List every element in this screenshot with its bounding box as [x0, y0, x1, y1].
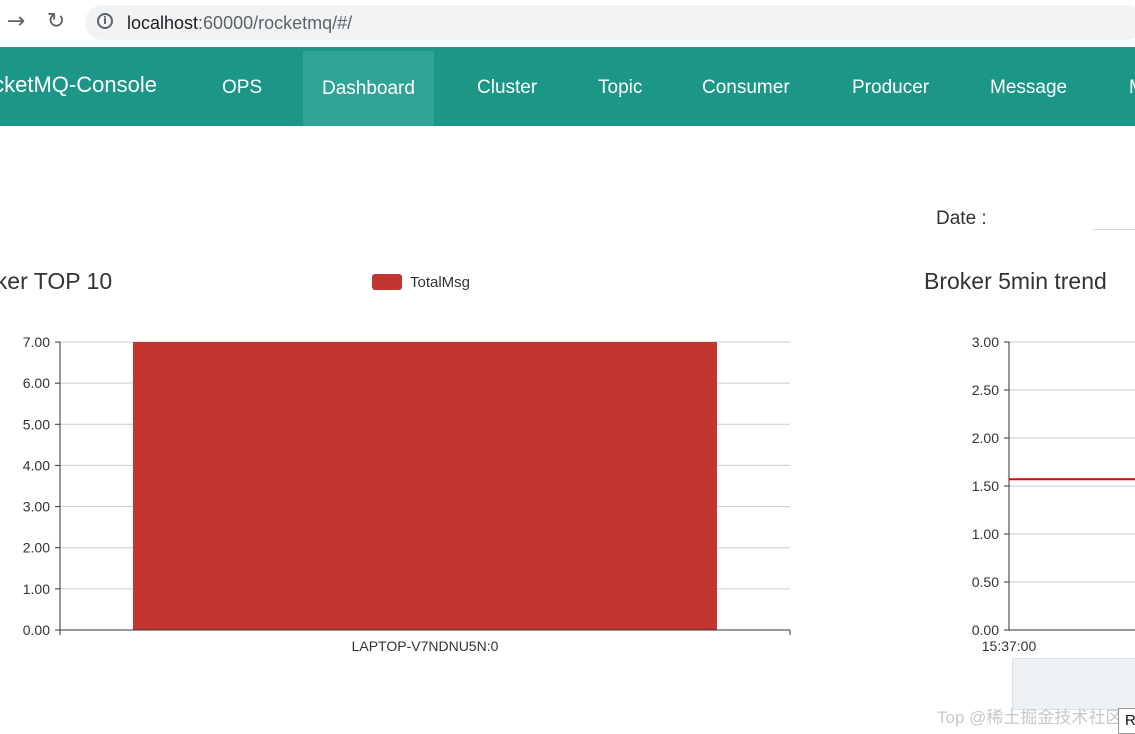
y-tick-label: 3.00 — [972, 334, 999, 350]
nav-ops[interactable]: OPS — [222, 47, 262, 126]
forward-icon[interactable]: → — [4, 10, 28, 34]
y-tick-label: 3.00 — [23, 499, 50, 515]
date-label: Date : — [936, 208, 987, 229]
address-bar[interactable]: i localhost:60000/rocketmq/#/ — [85, 5, 1135, 40]
y-tick-label: 7.00 — [23, 334, 50, 350]
browser-toolbar: → ↻ i localhost:60000/rocketmq/#/ — [0, 0, 1135, 45]
y-tick-label: 1.00 — [23, 581, 50, 597]
broker-trend-title: Broker 5min trend — [924, 268, 1107, 294]
y-tick-label: 0.50 — [972, 574, 999, 590]
y-tick-label: 6.00 — [23, 375, 50, 391]
nav-consumer[interactable]: Consumer — [702, 47, 790, 126]
y-tick-label: 4.00 — [23, 457, 50, 473]
y-tick-label: 5.00 — [23, 416, 50, 432]
y-tick-label: 0.00 — [972, 622, 999, 638]
bar — [133, 342, 717, 630]
x-tick-label: 15:37:00 — [982, 638, 1037, 654]
y-tick-label: 2.00 — [23, 540, 50, 556]
broker-trend-chart: 0.00 0.50 1.00 1.50 2.00 2.50 3.00 15:37:00 — [972, 334, 1135, 654]
nav-cluster[interactable]: Cluster — [477, 47, 537, 126]
y-tick-label: 0.00 — [23, 622, 50, 638]
watermark-text: Top @稀土掘金技术社区 — [937, 708, 1123, 727]
refresh-button[interactable]: R — [1118, 708, 1135, 734]
url-text[interactable]: localhost:60000/rocketmq/#/ — [127, 13, 352, 34]
nav-more[interactable]: M — [1129, 47, 1135, 126]
app-navbar: RocketMQ-Console OPS Dashboard Cluster T… — [0, 47, 1135, 126]
nav-dashboard[interactable]: Dashboard — [303, 51, 434, 126]
nav-topic[interactable]: Topic — [598, 47, 642, 126]
y-tick-label: 1.50 — [972, 478, 999, 494]
info-icon[interactable]: i — [97, 13, 113, 29]
nav-producer[interactable]: Producer — [852, 47, 929, 126]
y-tick-label: 2.00 — [972, 430, 999, 446]
y-tick-label: 1.00 — [972, 526, 999, 542]
legend-swatch — [372, 274, 402, 290]
y-tick-label: 2.50 — [972, 382, 999, 398]
legend-label: TotalMsg — [410, 274, 470, 291]
brand-logo-text[interactable]: RocketMQ-Console — [0, 72, 157, 98]
nav-message[interactable]: Message — [990, 47, 1067, 126]
date-input[interactable] — [1093, 205, 1135, 230]
broker-top-chart: TotalMsg 0.00 1.00 2.00 3.00 4.00 5.00 6.00 7.00… — [23, 274, 791, 654]
reload-icon[interactable]: ↻ — [44, 10, 68, 34]
x-tick-label: LAPTOP-V7NDNU5N:0 — [352, 638, 499, 654]
